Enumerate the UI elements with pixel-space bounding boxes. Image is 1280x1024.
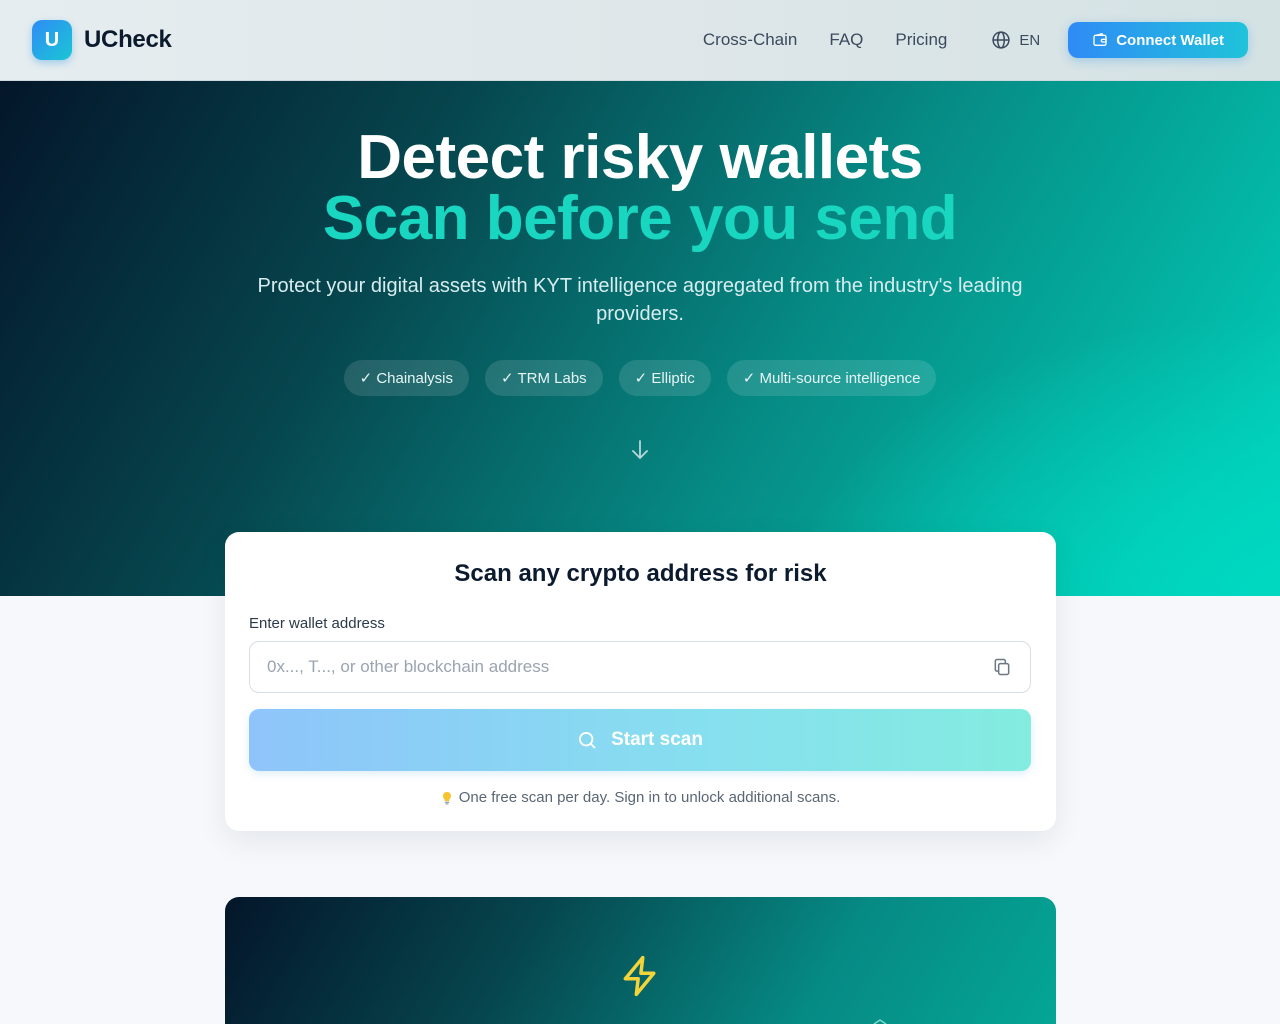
top-header: U UCheck Cross-Chain FAQ Pricing EN Conn… (0, 0, 1280, 81)
search-icon (579, 732, 596, 749)
logo-mark[interactable]: U (32, 20, 72, 60)
hero-tagline: Scan before you send (322, 184, 958, 253)
globe-icon (992, 31, 1011, 49)
pill-elliptic: ✓ Elliptic (618, 360, 711, 396)
brand-name[interactable]: UCheck (84, 26, 172, 54)
bulb-icon (442, 791, 451, 804)
start-scan-button[interactable]: Start scan (249, 709, 1031, 771)
provider-pills: ✓ Chainalysis ✓ TRM Labs ✓ Elliptic ✓ Mu… (0, 360, 1280, 396)
wallet-icon (1093, 32, 1107, 46)
connect-wallet-label: Connect Wallet (1116, 31, 1224, 49)
features-banner (225, 897, 1056, 1024)
wallet-address-field (249, 641, 1031, 693)
wallet-address-input[interactable] (250, 642, 970, 691)
decorative-mark (873, 1019, 887, 1024)
bolt-icon (623, 955, 656, 997)
start-scan-label: Start scan (611, 729, 703, 750)
main-nav: Cross-Chain FAQ Pricing (703, 30, 947, 50)
hero-subtitle: Protect your digital assets with KYT int… (257, 275, 1023, 325)
nav-link-faq[interactable]: FAQ (829, 30, 863, 50)
scan-card-title: Scan any crypto address for risk (454, 560, 827, 587)
pill-chainalysis: ✓ Chainalysis (343, 360, 470, 396)
hero-section: Detect risky wallets Scan before you sen… (0, 81, 1280, 596)
nav-link-pricing[interactable]: Pricing (895, 30, 947, 50)
free-scan-hint: One free scan per day. Sign in to unlock… (225, 789, 1056, 806)
pill-multi-source: ✓ Multi-source intelligence (726, 360, 937, 396)
pill-trm-labs: ✓ TRM Labs (485, 360, 603, 396)
page: U UCheck Cross-Chain FAQ Pricing EN Conn… (0, 0, 1280, 1024)
connect-wallet-button[interactable]: Connect Wallet (1068, 22, 1248, 58)
nav-link-cross-chain[interactable]: Cross-Chain (703, 30, 797, 50)
hint-text: One free scan per day. Sign in to unlock… (458, 789, 841, 806)
language-selector[interactable]: EN (991, 30, 1040, 50)
language-label: EN (1019, 31, 1041, 49)
paste-icon[interactable] (992, 657, 1012, 677)
logo-letter: U (44, 28, 60, 51)
scan-card: Scan any crypto address for risk Enter w… (225, 532, 1056, 831)
hero-title: Detect risky wallets (357, 123, 923, 192)
arrow-down-icon[interactable] (630, 439, 650, 461)
wallet-address-label: Enter wallet address (249, 615, 385, 632)
